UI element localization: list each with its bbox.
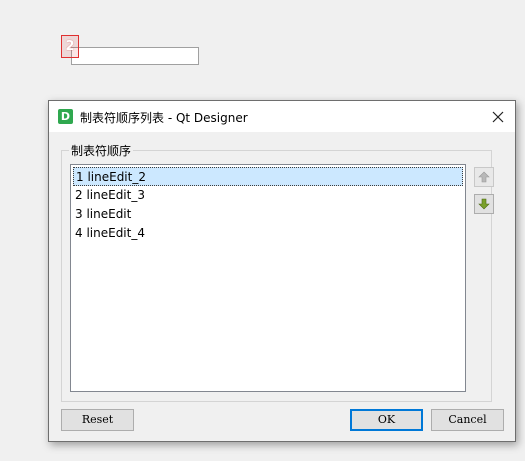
reset-button[interactable]: Reset [61, 409, 134, 431]
dialog-title: 制表符顺序列表 - Qt Designer [80, 111, 248, 125]
close-button[interactable] [481, 101, 515, 132]
dialog-titlebar: D 制表符顺序列表 - Qt Designer [49, 101, 515, 132]
move-down-button[interactable] [474, 194, 494, 214]
qt-designer-app-icon: D [58, 109, 73, 124]
ok-button[interactable]: OK [350, 409, 423, 431]
close-icon [492, 111, 504, 123]
canvas-line-edit[interactable] [71, 47, 199, 65]
group-label: 制表符顺序 [69, 142, 134, 159]
cancel-button[interactable]: Cancel [431, 409, 504, 431]
move-up-button[interactable] [474, 167, 494, 187]
list-item[interactable]: 4 lineEdit_4 [73, 224, 463, 243]
tab-order-list[interactable]: 1 lineEdit_2 2 lineEdit_3 3 lineEdit 4 l… [70, 164, 466, 392]
list-item[interactable]: 1 lineEdit_2 [73, 167, 463, 186]
tab-order-dialog: D 制表符顺序列表 - Qt Designer 制表符顺序 1 lineEdit… [48, 100, 516, 442]
arrow-down-icon [478, 198, 490, 210]
list-item[interactable]: 2 lineEdit_3 [73, 186, 463, 205]
arrow-up-icon [478, 171, 490, 183]
list-item[interactable]: 3 lineEdit [73, 205, 463, 224]
tab-order-badge[interactable]: 2 [61, 35, 79, 58]
